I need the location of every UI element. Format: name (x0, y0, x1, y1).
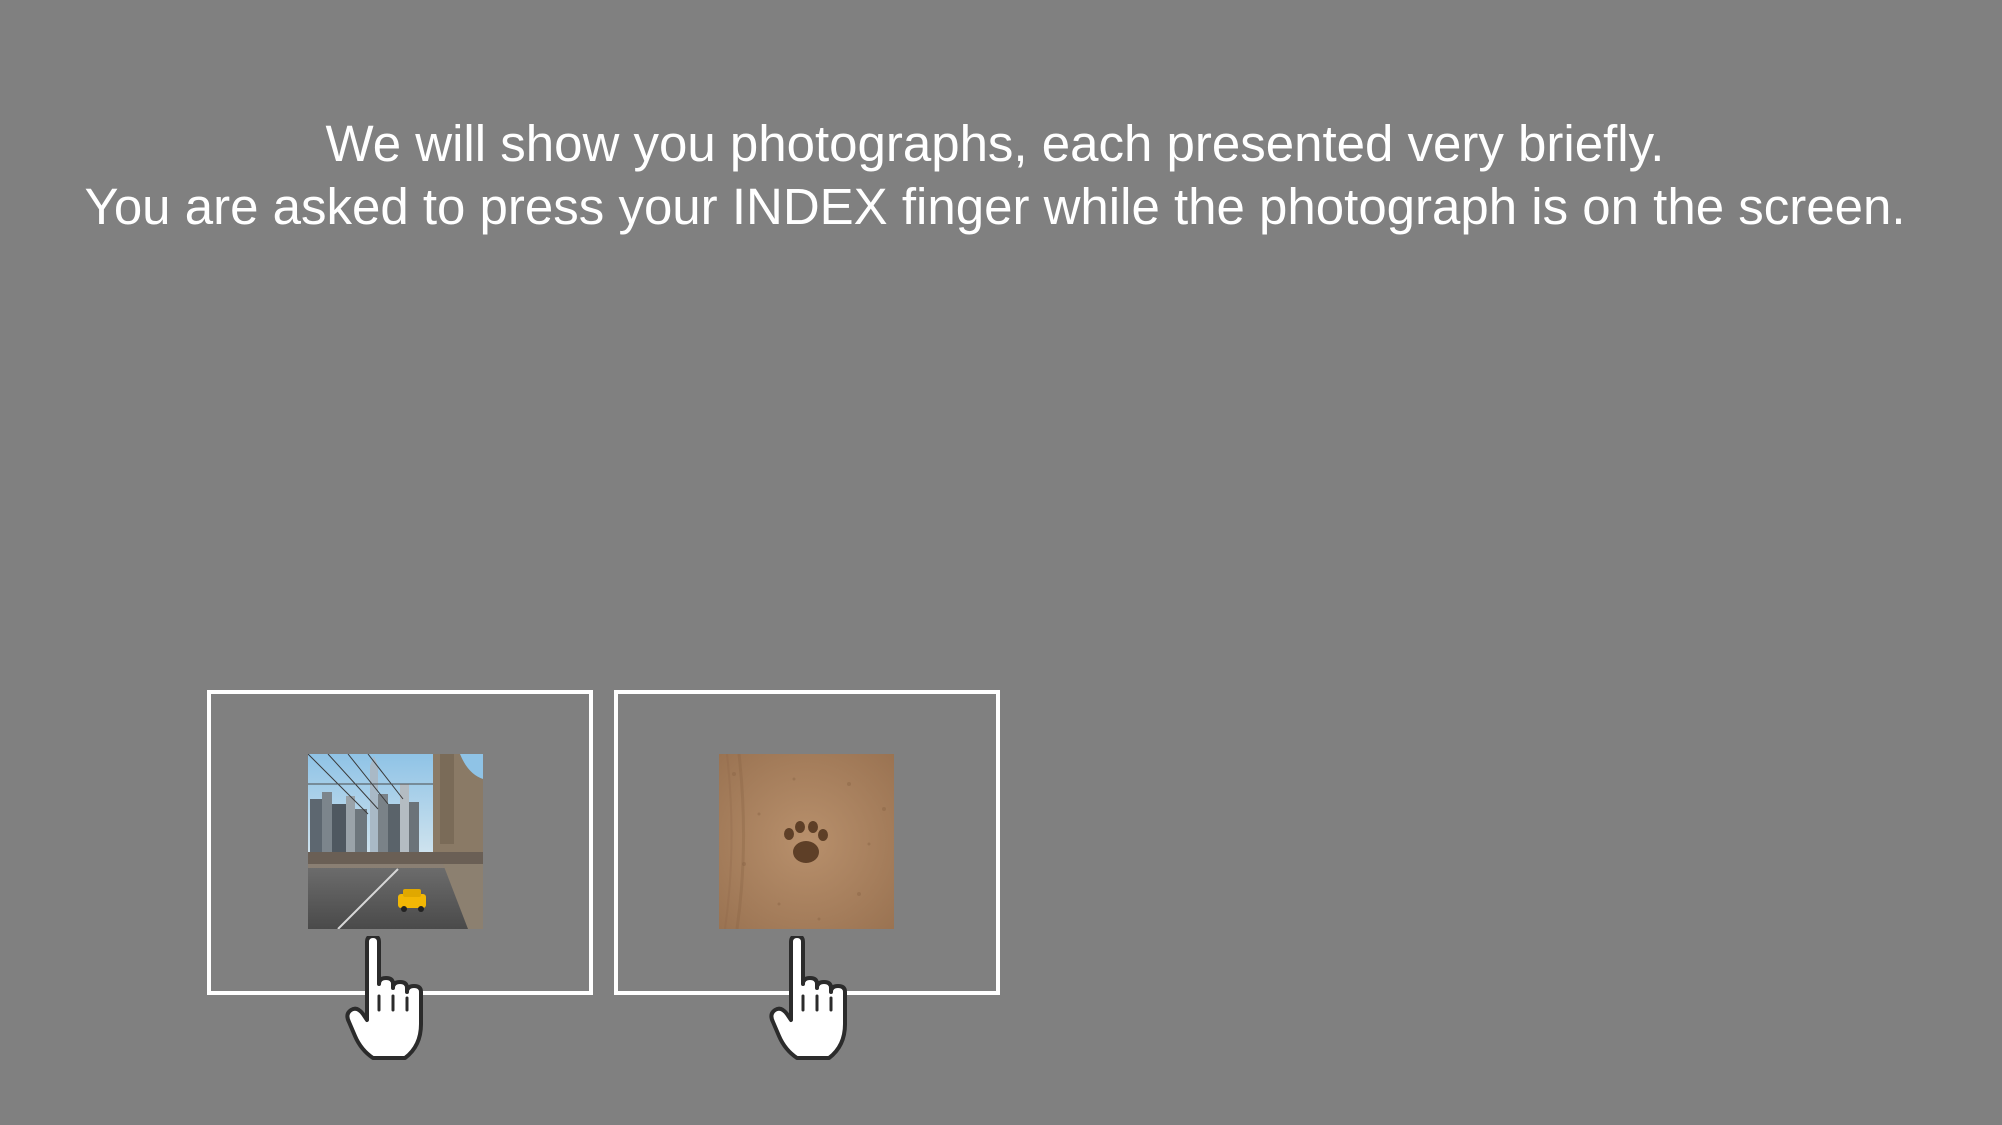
pointing-hand-icon (769, 936, 847, 1060)
instruction-line-1: We will show you photographs, each prese… (325, 115, 1665, 172)
paw-print-in-sand-photo (719, 754, 894, 929)
city-bridge-taxi-photo (308, 754, 483, 929)
pointing-hand-icon (345, 936, 423, 1060)
instruction-line-2: You are asked to press your INDEX finger… (84, 178, 1906, 235)
instruction-text: We will show you photographs, each prese… (0, 112, 1990, 238)
